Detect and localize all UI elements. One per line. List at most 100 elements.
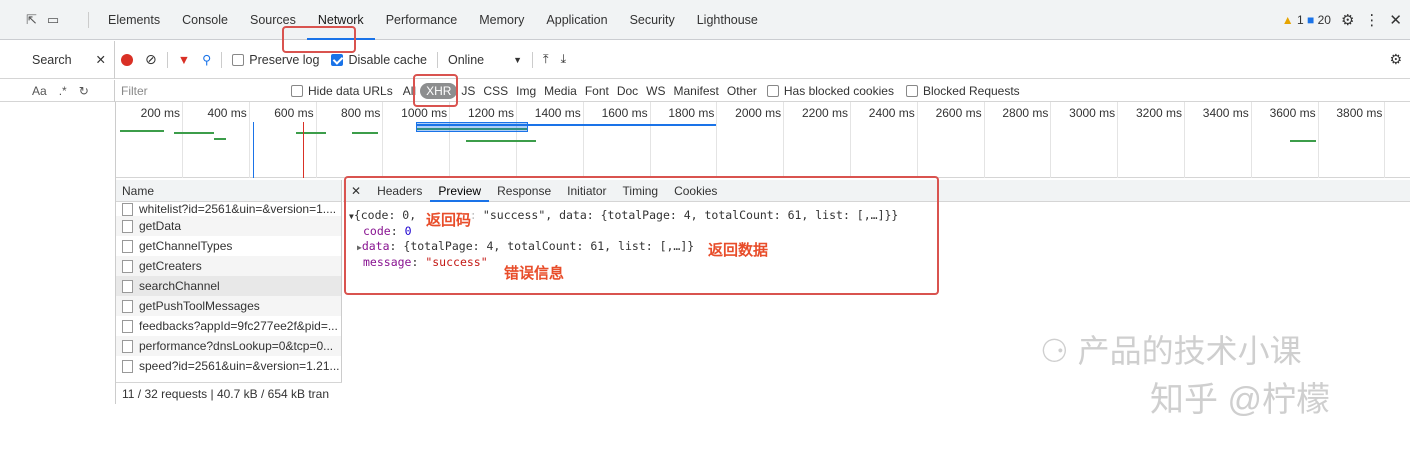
divider — [532, 51, 534, 68]
file-icon — [122, 339, 133, 353]
export-har-button[interactable]: ⤓ — [555, 52, 573, 67]
wechat-icon: ⚆ — [1040, 333, 1069, 369]
preserve-log-checkbox[interactable]: Preserve log — [226, 53, 325, 67]
highlight-xhr-filter — [413, 74, 458, 107]
filter-type-img[interactable]: Img — [512, 84, 540, 98]
column-header-name[interactable]: Name — [116, 180, 341, 202]
timeline-tick-label: 1200 ms — [467, 106, 514, 120]
has-blocked-cookies-checkbox[interactable]: Has blocked cookies — [761, 84, 900, 98]
throttle-select[interactable]: Online ▼ — [442, 53, 528, 67]
timeline-tick-label: 2600 ms — [935, 106, 982, 120]
timeline-tick-label: 2000 ms — [735, 106, 782, 120]
waterfall-bar — [466, 140, 536, 142]
timeline-gridline — [248, 102, 250, 178]
network-summary: 11 / 32 requests | 40.7 kB / 654 kB tran — [116, 382, 342, 404]
request-row[interactable]: searchChannel — [116, 276, 341, 296]
checkbox-icon — [766, 84, 779, 97]
request-name: speed?id=2561&uin=&version=1.21... — [139, 359, 340, 373]
request-row[interactable]: speed?id=2561&uin=&version=1.21... — [116, 356, 341, 376]
device-toggle-icon[interactable]: ▭ — [47, 12, 59, 28]
timeline-tick-label: 1000 ms — [401, 106, 448, 120]
request-row[interactable]: getData — [116, 216, 341, 236]
filter-type-ws[interactable]: WS — [642, 84, 669, 98]
annotation-return-data: 返回数据 — [706, 239, 771, 260]
request-row[interactable]: getPushToolMessages — [116, 296, 341, 316]
filter-toggle-button[interactable]: ▼ — [172, 53, 196, 67]
filter-type-doc[interactable]: Doc — [613, 84, 642, 98]
checkbox-icon — [291, 84, 303, 97]
annotation-return-code: 返回码 — [424, 209, 474, 230]
filter-type-manifest[interactable]: Manifest — [670, 84, 723, 98]
filter-type-js[interactable]: JS — [457, 84, 479, 98]
waterfall-bar — [174, 132, 214, 134]
blocked-requests-checkbox[interactable]: Blocked Requests — [900, 84, 1026, 98]
request-row[interactable]: performance?dnsLookup=0&tcp=0... — [116, 336, 341, 356]
file-icon — [122, 319, 133, 333]
filter-type-other[interactable]: Other — [723, 84, 761, 98]
filter-type-font[interactable]: Font — [581, 84, 613, 98]
record-icon — [121, 53, 133, 66]
timeline-gridline — [783, 102, 785, 178]
highlight-preview-panel — [344, 176, 939, 295]
request-row[interactable]: whitelist?id=2561&uin=&version=1.... — [116, 202, 341, 216]
filter-type-media[interactable]: Media — [540, 84, 581, 98]
search-button[interactable]: ⚲ — [196, 52, 217, 67]
request-row[interactable]: getCreaters — [116, 256, 341, 276]
filter-input[interactable]: Filter — [115, 84, 285, 98]
timeline-gridline — [382, 102, 384, 178]
more-icon[interactable]: ⋮ — [1364, 11, 1379, 29]
waterfall-bar — [214, 138, 226, 140]
timeline-tick-label: 2800 ms — [1002, 106, 1049, 120]
record-button[interactable] — [115, 53, 139, 66]
filter-type-css[interactable]: CSS — [479, 84, 512, 98]
hide-data-urls-checkbox[interactable]: Hide data URLs — [285, 84, 399, 98]
tab-memory[interactable]: Memory — [468, 0, 535, 40]
issues-counter[interactable]: ▲ 1 ■ 20 — [1282, 13, 1331, 27]
request-list: Name whitelist?id=2561&uin=&version=1...… — [116, 180, 342, 404]
timeline-tick-label: 1400 ms — [534, 106, 581, 120]
search-label: Search — [32, 52, 72, 67]
download-icon: ⤓ — [560, 52, 567, 66]
waterfall-bar — [120, 130, 164, 132]
timeline-tick-label: 200 ms — [140, 106, 180, 120]
upload-icon: ⤒ — [543, 52, 549, 66]
timeline-tick-label: 2400 ms — [868, 106, 915, 120]
timeline-selection[interactable] — [416, 122, 528, 132]
tab-application[interactable]: Application — [535, 0, 618, 40]
inspect-icon[interactable]: ⇱ — [26, 12, 37, 28]
timeline-gridline — [182, 102, 183, 178]
match-case-icon[interactable]: Aa — [32, 84, 47, 98]
tab-security[interactable]: Security — [619, 0, 686, 40]
disable-cache-checkbox[interactable]: Disable cache — [325, 53, 433, 67]
tab-console[interactable]: Console — [171, 0, 239, 40]
tab-performance[interactable]: Performance — [375, 0, 469, 40]
timeline-gridline — [716, 102, 718, 178]
search-panel-header: Search ✕ — [0, 40, 115, 79]
close-search-icon[interactable]: ✕ — [96, 52, 106, 67]
import-har-button[interactable]: ⤒ — [537, 52, 555, 67]
request-row[interactable]: getChannelTypes — [116, 236, 341, 256]
timeline-gridline — [1317, 102, 1319, 178]
clear-button[interactable]: ⊘ — [139, 51, 163, 68]
waterfall-bar — [1290, 140, 1316, 142]
tab-lighthouse[interactable]: Lighthouse — [686, 0, 769, 40]
timeline-overview[interactable]: 200 ms 400 ms 600 ms 800 ms 1000 ms 1200 ms 14… — [116, 102, 1410, 178]
timeline-gridline — [916, 102, 918, 178]
divider — [88, 11, 89, 28]
gear-icon[interactable]: ⚙ — [1341, 11, 1354, 29]
tabbar-left-tools: ⇱ ▭ — [0, 12, 80, 28]
request-row[interactable]: feedbacks?appId=9fc277ee2f&pid=... — [116, 316, 341, 336]
close-icon[interactable]: ✕ — [1389, 11, 1402, 29]
request-name: getPushToolMessages — [139, 299, 260, 313]
network-settings-gear-icon[interactable]: ⚙ — [1389, 51, 1402, 68]
request-name: feedbacks?appId=9fc277ee2f&pid=... — [139, 319, 338, 333]
tab-elements[interactable]: Elements — [97, 0, 171, 40]
load-event-line — [303, 122, 304, 178]
annotation-error-info: 错误信息 — [502, 262, 567, 283]
refresh-icon[interactable]: ↻ — [79, 84, 89, 98]
timeline-tick-label: 1800 ms — [668, 106, 715, 120]
checkbox-icon — [905, 84, 918, 97]
request-name: performance?dnsLookup=0&tcp=0... — [139, 339, 334, 353]
funnel-icon: ▼ — [177, 52, 191, 67]
regex-icon[interactable]: .* — [59, 84, 67, 98]
